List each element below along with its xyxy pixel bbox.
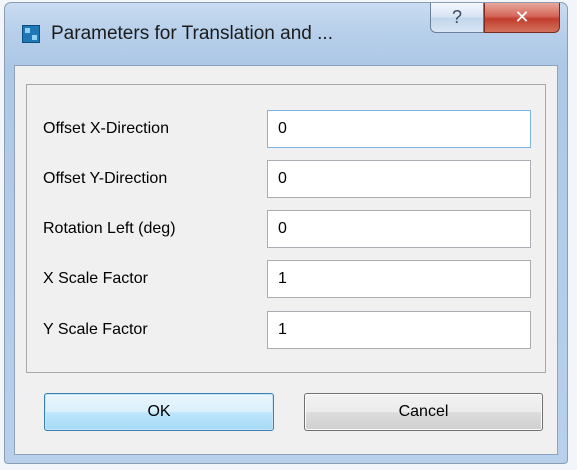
offset-x-input[interactable]	[267, 110, 531, 148]
y-scale-row: Y Scale Factor	[27, 311, 545, 351]
title-bar[interactable]: Parameters for Translation and ... ? ✕	[5, 3, 567, 65]
ok-button[interactable]: OK	[44, 393, 274, 431]
dialog-client-area: Offset X-Direction Offset Y-Direction Ro…	[14, 65, 558, 455]
rotation-left-label: Rotation Left (deg)	[43, 220, 176, 237]
close-button[interactable]: ✕	[484, 3, 560, 33]
offset-x-row: Offset X-Direction	[27, 110, 545, 150]
x-scale-row: X Scale Factor	[27, 260, 545, 300]
y-scale-label: Y Scale Factor	[43, 321, 148, 338]
close-icon: ✕	[514, 7, 530, 28]
offset-y-input[interactable]	[267, 160, 531, 198]
grid-app-icon	[22, 25, 40, 43]
offset-y-row: Offset Y-Direction	[27, 160, 545, 200]
rotation-left-input[interactable]	[267, 210, 531, 248]
x-scale-input[interactable]	[267, 260, 531, 298]
dialog-window: Parameters for Translation and ... ? ✕ O…	[4, 2, 568, 464]
rotation-left-row: Rotation Left (deg)	[27, 210, 545, 250]
help-button[interactable]: ?	[430, 3, 484, 33]
window-title: Parameters for Translation and ...	[51, 23, 333, 44]
parameters-group: Offset X-Direction Offset Y-Direction Ro…	[26, 84, 546, 373]
y-scale-input[interactable]	[267, 311, 531, 349]
offset-y-label: Offset Y-Direction	[43, 170, 168, 187]
x-scale-label: X Scale Factor	[43, 270, 148, 287]
question-mark-icon: ?	[451, 7, 462, 27]
offset-x-label: Offset X-Direction	[43, 120, 169, 137]
cancel-button[interactable]: Cancel	[304, 393, 543, 431]
